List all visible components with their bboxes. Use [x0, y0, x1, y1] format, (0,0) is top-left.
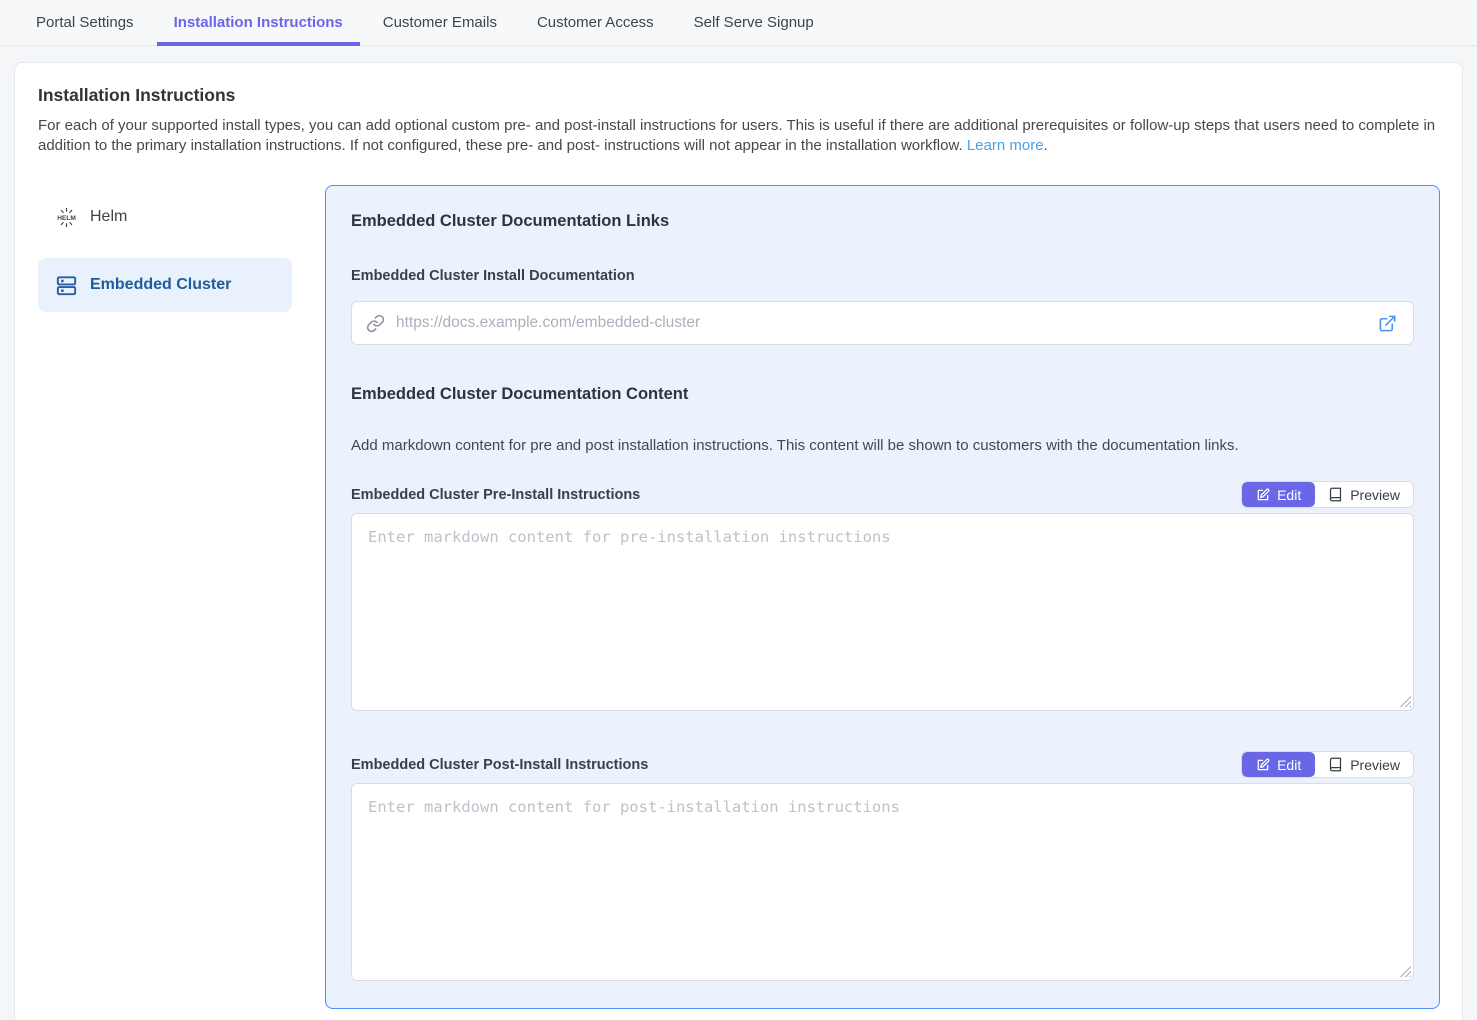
install-doc-url-input[interactable]	[396, 314, 1365, 332]
post-install-editor-header: Embedded Cluster Post-Install Instructio…	[351, 751, 1414, 778]
edit-button-label: Edit	[1277, 757, 1301, 773]
embedded-cluster-panel: Embedded Cluster Documentation Links Emb…	[325, 185, 1440, 1009]
pre-install-edit-button[interactable]: Edit	[1242, 482, 1315, 507]
tab-customer-emails[interactable]: Customer Emails	[366, 0, 514, 45]
page-description: For each of your supported install types…	[38, 116, 1440, 156]
documentation-content-title: Embedded Cluster Documentation Content	[351, 385, 1414, 404]
book-icon	[1328, 487, 1343, 502]
edit-pencil-icon	[1256, 488, 1270, 502]
install-doc-label: Embedded Cluster Install Documentation	[351, 268, 1414, 284]
sidebar-item-embedded-cluster[interactable]: Embedded Cluster	[38, 258, 292, 312]
documentation-links-title: Embedded Cluster Documentation Links	[351, 212, 1414, 231]
pre-install-textarea[interactable]	[351, 513, 1414, 711]
install-type-sidebar: HELM Helm	[38, 190, 292, 326]
external-link-icon	[1378, 314, 1397, 333]
documentation-content-description: Add markdown content for pre and post in…	[351, 437, 1414, 454]
pre-install-editor-header: Embedded Cluster Pre-Install Instruction…	[351, 481, 1414, 508]
sidebar-item-helm[interactable]: HELM Helm	[38, 190, 292, 244]
app-window: Portal Settings Installation Instruction…	[0, 0, 1477, 1020]
pre-install-textarea-wrap	[351, 513, 1414, 711]
edit-button-label: Edit	[1277, 487, 1301, 503]
tab-customer-access[interactable]: Customer Access	[520, 0, 671, 45]
tab-installation-instructions[interactable]: Installation Instructions	[157, 0, 360, 45]
sidebar-item-label: Embedded Cluster	[90, 276, 231, 294]
learn-more-link[interactable]: Learn more	[967, 137, 1044, 154]
learn-more-period: .	[1044, 137, 1048, 154]
post-install-label: Embedded Cluster Post-Install Instructio…	[351, 757, 648, 773]
preview-button-label: Preview	[1350, 757, 1400, 773]
preview-button-label: Preview	[1350, 487, 1400, 503]
pre-install-mode-toggle: Edit Preview	[1241, 481, 1414, 508]
pre-install-label: Embedded Cluster Pre-Install Instruction…	[351, 487, 640, 503]
edit-pencil-icon	[1256, 758, 1270, 772]
main-card: Installation Instructions For each of yo…	[14, 62, 1463, 1020]
book-icon	[1328, 757, 1343, 772]
top-tab-bar: Portal Settings Installation Instruction…	[0, 0, 1477, 46]
tab-self-serve-signup[interactable]: Self Serve Signup	[677, 0, 831, 45]
post-install-textarea[interactable]	[351, 783, 1414, 981]
post-install-edit-button[interactable]: Edit	[1242, 752, 1315, 777]
link-icon	[366, 314, 385, 333]
helm-icon: HELM	[53, 204, 79, 230]
svg-text:HELM: HELM	[57, 215, 76, 222]
server-stack-icon	[53, 272, 79, 298]
page-description-text: For each of your supported install types…	[38, 117, 1435, 154]
pre-install-preview-button[interactable]: Preview	[1315, 482, 1413, 507]
content-row: HELM Helm	[38, 185, 1440, 1009]
open-external-link-button[interactable]	[1376, 312, 1399, 335]
install-doc-url-field	[351, 301, 1414, 345]
page-title: Installation Instructions	[38, 85, 1440, 106]
post-install-preview-button[interactable]: Preview	[1315, 752, 1413, 777]
tab-portal-settings[interactable]: Portal Settings	[19, 0, 151, 45]
post-install-mode-toggle: Edit Preview	[1241, 751, 1414, 778]
sidebar-item-label: Helm	[90, 208, 127, 226]
post-install-textarea-wrap	[351, 783, 1414, 981]
